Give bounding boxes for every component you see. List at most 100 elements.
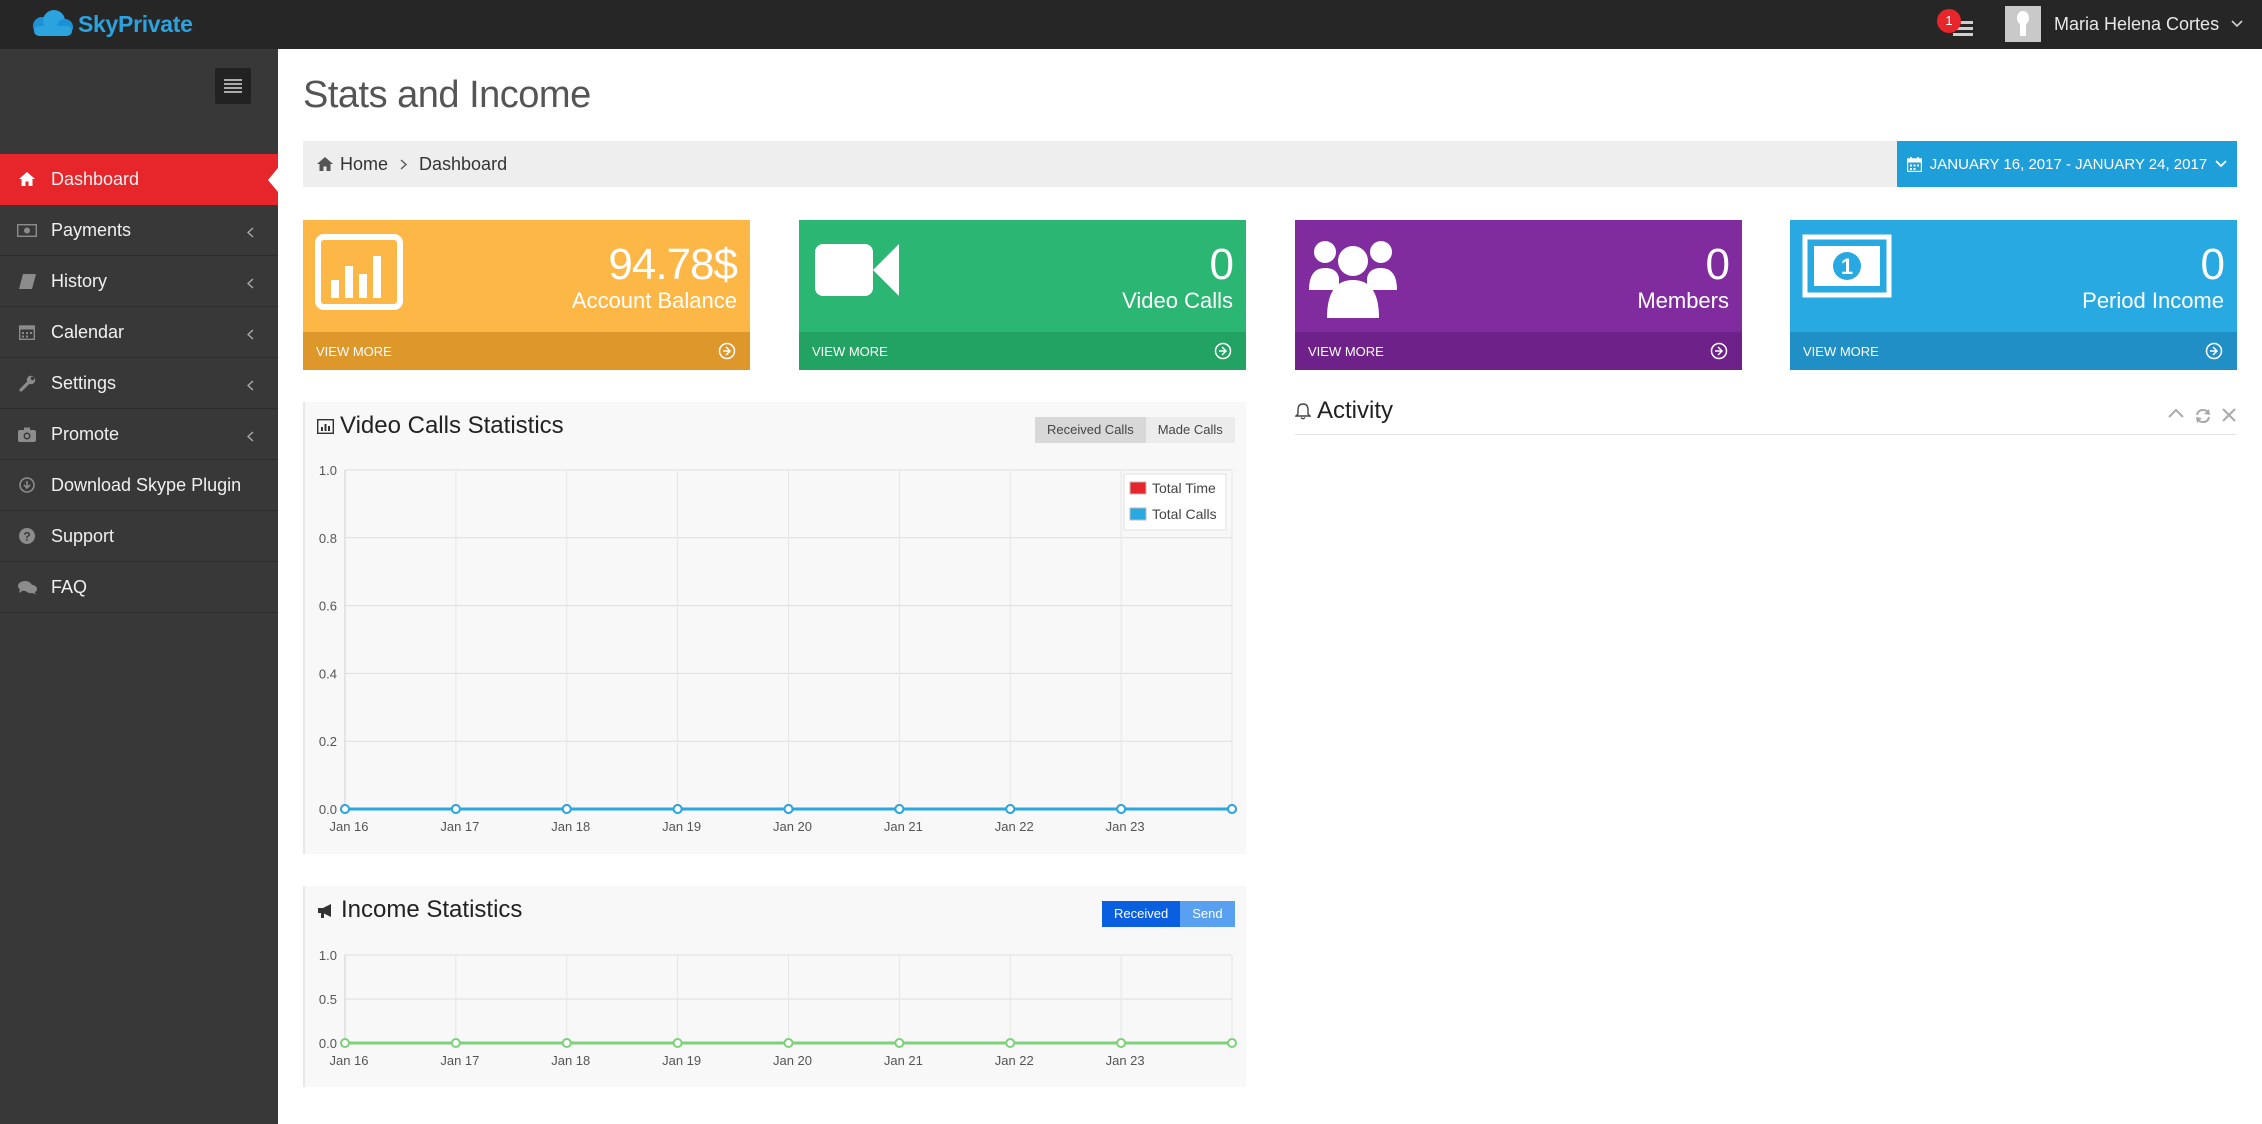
svg-text:1: 1 [1841,254,1853,279]
refresh-icon[interactable] [2194,407,2212,425]
y-tick-label: 1.0 [319,463,337,478]
svg-text:?: ? [23,530,30,544]
download-icon [16,477,38,493]
data-point [1227,804,1237,814]
data-point [894,804,905,814]
bar-chart-icon [315,234,403,310]
money-bill-icon: 1 [1802,234,1892,298]
sidebar-item-label: Payments [51,219,132,240]
data-point [1005,804,1016,814]
sidebar-item-dashboard[interactable]: Dashboard [0,154,278,205]
activity-title-group: Activity [1295,397,1393,425]
users-icon [1309,241,1397,318]
sidebar-toggle-button[interactable] [215,68,251,104]
data-point [672,1038,683,1048]
sidebar-menu: Dashboard Payments History Calendar Settings… [0,154,278,613]
x-tick-label: Jan 21 [884,1053,923,1068]
sidebar-item-label: Support [51,525,115,546]
sidebar-item-label: Promote [51,423,120,444]
camera-icon [16,427,38,442]
view-more-text: VIEW MORE [1803,343,1879,359]
y-tick-label: 0.5 [319,992,337,1007]
breadcrumb: Home Dashboard [317,141,507,187]
calendar-icon [1906,156,1922,172]
sidebar-item-faq[interactable]: FAQ [0,562,278,613]
video-calls-panel: Video Calls Statistics Received Calls Ma… [303,402,1246,854]
card-body: 1 0 Period Income [1790,220,2237,332]
y-tick-label: 0.4 [319,666,337,681]
x-tick-label: Jan 16 [329,819,368,834]
avatar [2005,6,2041,42]
chevron-left-icon [246,273,254,294]
card-body: 0 Members [1295,220,1742,332]
data-point [672,804,683,814]
sidebar: Dashboard Payments History Calendar Settings… [0,49,278,1124]
view-more-text: VIEW MORE [316,343,392,359]
sidebar-item-support[interactable]: ? Support [0,511,278,562]
x-tick-label: Jan 18 [551,819,590,834]
data-point [783,804,794,814]
notifications-button[interactable]: 1 [1937,9,1973,39]
sidebar-item-settings[interactable]: Settings [0,358,278,409]
legend-swatch [1129,507,1147,521]
activity-tools [2167,407,2237,425]
video-camera-icon [815,244,899,296]
chevron-up-icon[interactable] [2167,407,2185,419]
x-tick-label: Jan 20 [773,819,812,834]
card-value: 0 [2200,240,2226,289]
brand-logo[interactable]: SkyPrivate [28,6,193,42]
y-tick-label: 0.0 [319,802,337,817]
data-point [340,1038,350,1048]
data-point [1116,804,1127,814]
income-panel: Income Statistics Received Send 0.0 0.5 1.… [303,886,1246,1087]
page-title: Stats and Income [303,74,591,116]
sidebar-item-history[interactable]: History [0,256,278,307]
sidebar-item-payments[interactable]: Payments [0,205,278,256]
close-icon[interactable] [2221,407,2237,423]
chevron-down-icon [2215,160,2227,168]
breadcrumb-current: Dashboard [419,153,508,174]
x-tick-label: Jan 18 [551,1053,590,1068]
view-more-link[interactable]: VIEW MORE [1790,332,2237,370]
sidebar-item-download-skype-plugin[interactable]: Download Skype Plugin [0,460,278,511]
y-tick-label: 0.6 [319,599,337,614]
view-more-link[interactable]: VIEW MORE [1295,332,1742,370]
card-label: Members [1637,288,1729,313]
data-point [1116,1038,1127,1048]
money-icon [16,223,38,237]
view-more-link[interactable]: VIEW MORE [799,332,1246,370]
chevron-down-icon [2231,20,2243,28]
data-point [450,1038,461,1048]
chevron-left-icon [246,426,254,447]
x-tick-label: Jan 19 [662,819,701,834]
activity-panel: Activity [1295,395,2237,435]
data-point [340,804,350,814]
date-range-picker[interactable]: JANUARY 16, 2017 - JANUARY 24, 2017 [1897,141,2237,187]
arrow-circle-right-icon [2205,342,2223,360]
sidebar-item-promote[interactable]: Promote [0,409,278,460]
x-tick-label: Jan 16 [329,1053,368,1068]
y-tick-label: 0.2 [319,734,337,749]
user-menu[interactable]: Maria Helena Cortes [2005,4,2243,44]
arrow-circle-right-icon [1710,342,1728,360]
home-icon [16,172,38,186]
x-tick-label: Jan 23 [1106,819,1145,834]
card-value: 0 [1209,240,1235,289]
y-tick-label: 0.0 [319,1036,337,1051]
home-icon [317,157,333,171]
chevron-left-icon [246,222,254,243]
view-more-link[interactable]: VIEW MORE [303,332,750,370]
sidebar-item-label: Dashboard [51,168,140,189]
card-label: Account Balance [571,288,737,313]
x-tick-label: Jan 21 [884,819,923,834]
x-tick-label: Jan 22 [995,819,1034,834]
x-tick-label: Jan 17 [440,1053,479,1068]
x-tick-label: Jan 17 [440,819,479,834]
members-card: 0 Members VIEW MORE [1295,220,1742,370]
sidebar-item-label: History [51,270,108,291]
sidebar-item-calendar[interactable]: Calendar [0,307,278,358]
y-tick-label: 1.0 [319,948,337,963]
breadcrumb-home-link[interactable]: Home [340,154,388,175]
comments-icon [16,580,38,595]
y-tick-label: 0.8 [319,531,337,546]
